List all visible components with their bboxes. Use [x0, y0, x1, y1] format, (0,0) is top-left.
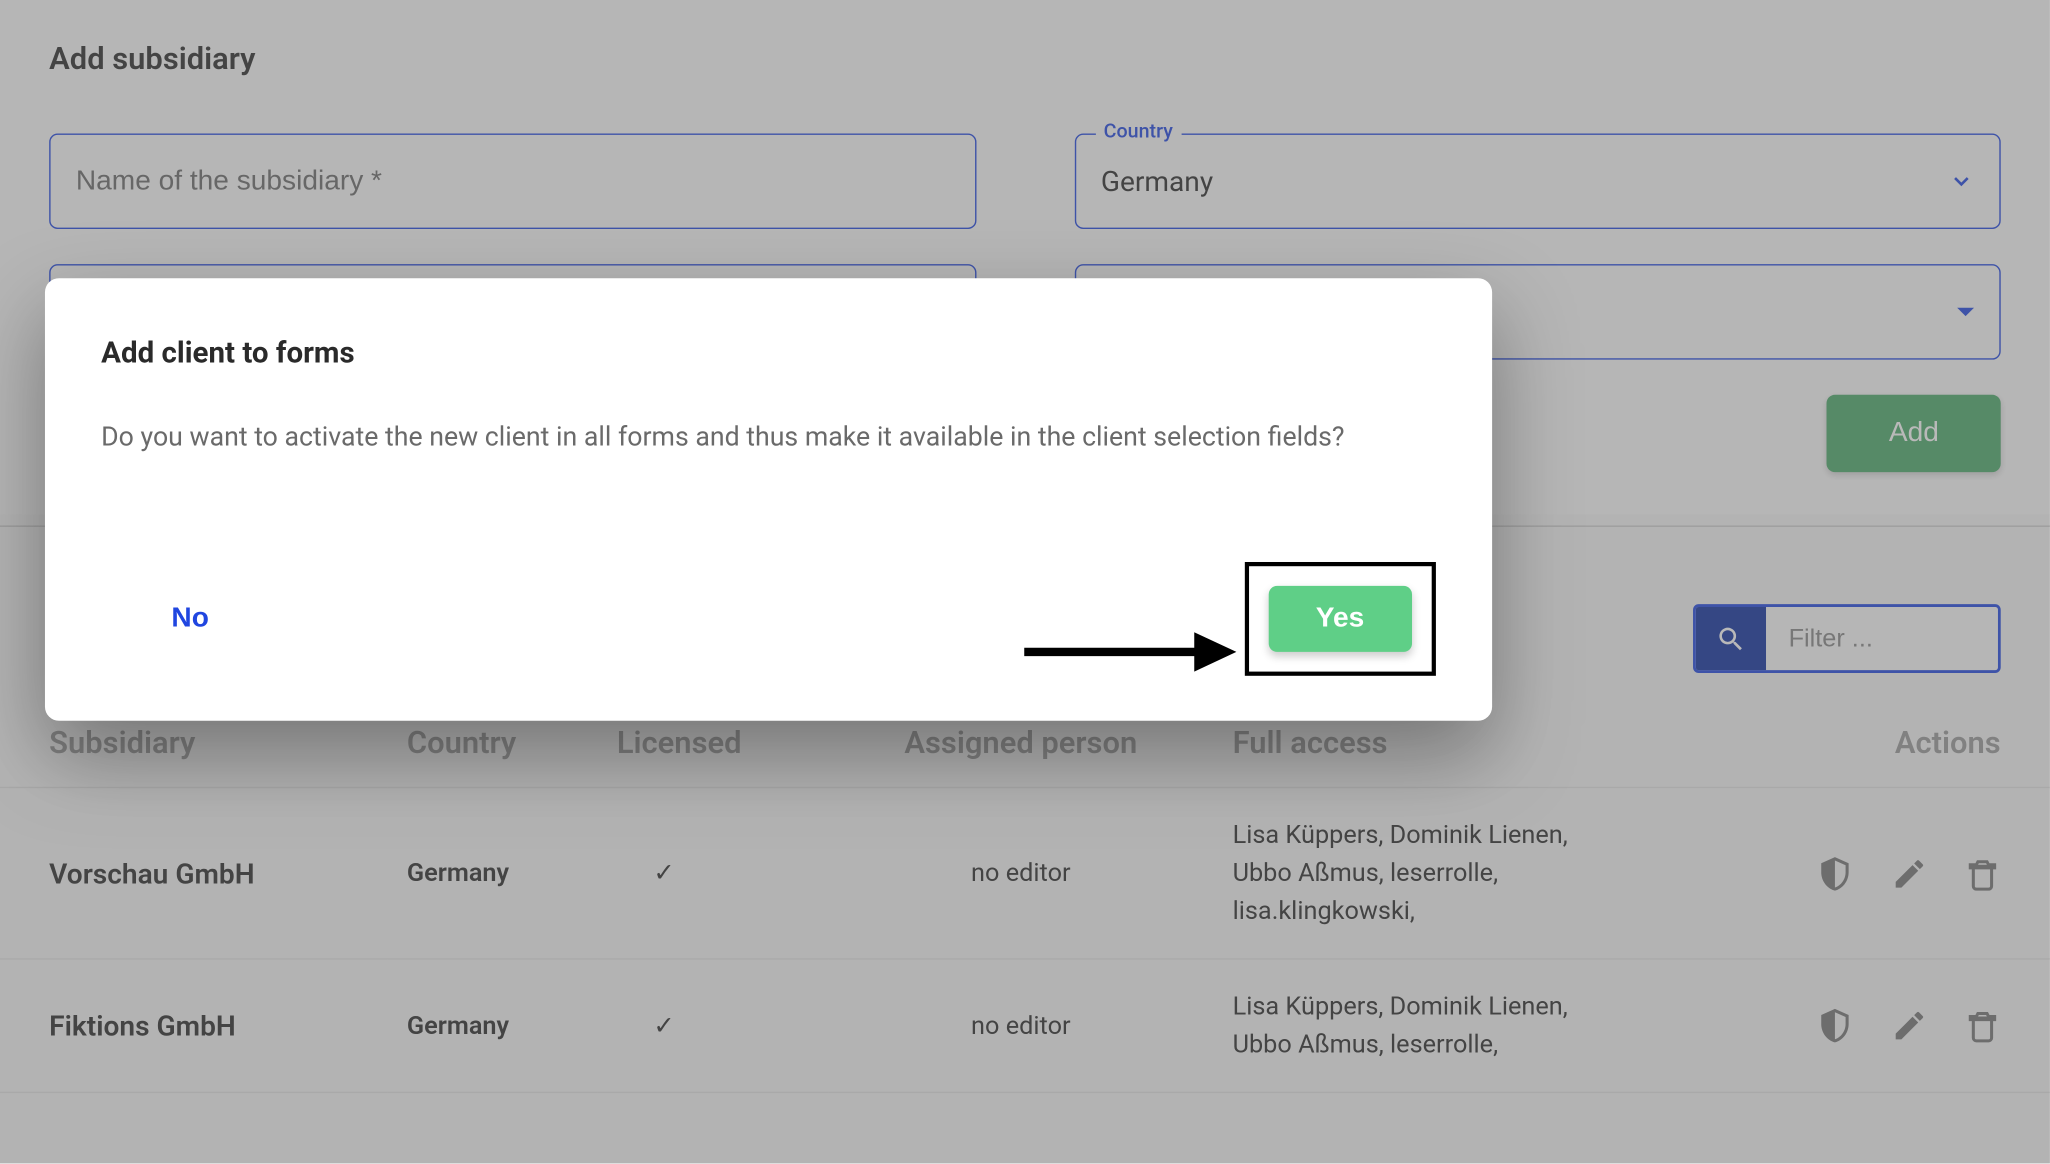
yes-highlight-box: Yes — [1244, 561, 1436, 675]
modal-body: Do you want to activate the new client i… — [101, 419, 1436, 456]
yes-button[interactable]: Yes — [1268, 585, 1412, 651]
modal-title: Add client to forms — [101, 337, 1436, 371]
confirm-modal: Add client to forms Do you want to activ… — [45, 278, 1492, 720]
no-button[interactable]: No — [101, 588, 279, 648]
